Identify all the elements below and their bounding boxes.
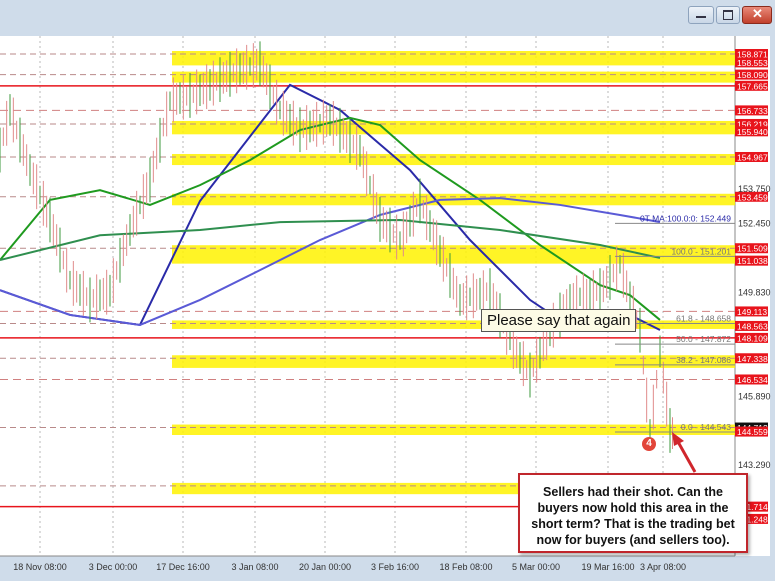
fib-label: 0T MA:100.0:0: 152.449 [640, 213, 731, 223]
price-label: 158.553 [737, 58, 768, 68]
y-tick-label: 145.890 [738, 391, 771, 401]
y-tick-label: 153.750 [738, 184, 771, 194]
price-label: 154.967 [737, 152, 768, 162]
fib-label: 38.2 - 147.086 [676, 355, 731, 365]
y-tick-label: 143.290 [738, 460, 771, 470]
price-label: 151.509 [737, 244, 768, 254]
price-label: 157.665 [737, 81, 768, 91]
support-resistance-band [172, 424, 735, 435]
fib-label: 61.8 - 148.658 [676, 313, 731, 323]
price-label: 156.733 [737, 106, 768, 116]
support-resistance-band [172, 355, 735, 368]
price-label: 155.940 [737, 127, 768, 137]
x-tick-label: 20 Jan 00:00 [299, 562, 351, 572]
y-tick-label: 152.450 [738, 218, 771, 228]
x-tick-label: 17 Dec 16:00 [156, 562, 210, 572]
minimize-icon [696, 16, 706, 18]
close-button[interactable]: ✕ [742, 6, 772, 24]
fib-label: 0.0 - 144.543 [681, 422, 731, 432]
fib-label: 100.0 - 151.201 [671, 246, 731, 256]
tooltip: Please say that again [481, 309, 637, 332]
price-label: 146.534 [737, 375, 768, 385]
x-tick-label: 19 Mar 16:00 [581, 562, 634, 572]
price-label: 147.338 [737, 354, 768, 364]
price-label: 148.109 [737, 333, 768, 343]
price-label: 148.563 [737, 321, 768, 331]
minimize-button[interactable] [688, 6, 714, 24]
fib-label: 50.0 - 147.872 [676, 334, 731, 344]
price-label: 151.038 [737, 256, 768, 266]
x-tick-label: 5 Mar 00:00 [512, 562, 560, 572]
maximize-button[interactable] [716, 6, 740, 24]
x-tick-label: 3 Feb 16:00 [371, 562, 419, 572]
x-tick-label: 18 Feb 08:00 [439, 562, 492, 572]
y-tick-label: 149.830 [738, 288, 771, 298]
close-icon: ✕ [752, 6, 763, 21]
x-tick-label: 3 Jan 08:00 [231, 562, 278, 572]
callout-box: Sellers had their shot. Can the buyers n… [518, 473, 748, 553]
price-label: 158.090 [737, 70, 768, 80]
price-label: 149.113 [737, 307, 767, 317]
x-tick-label: 3 Apr 08:00 [640, 562, 686, 572]
maximize-icon [723, 10, 733, 20]
wave-marker: 4 [642, 437, 656, 451]
x-tick-label: 18 Nov 08:00 [13, 562, 67, 572]
price-label: 144.559 [737, 427, 768, 437]
window-titlebar [0, 0, 775, 36]
x-tick-label: 3 Dec 00:00 [89, 562, 138, 572]
